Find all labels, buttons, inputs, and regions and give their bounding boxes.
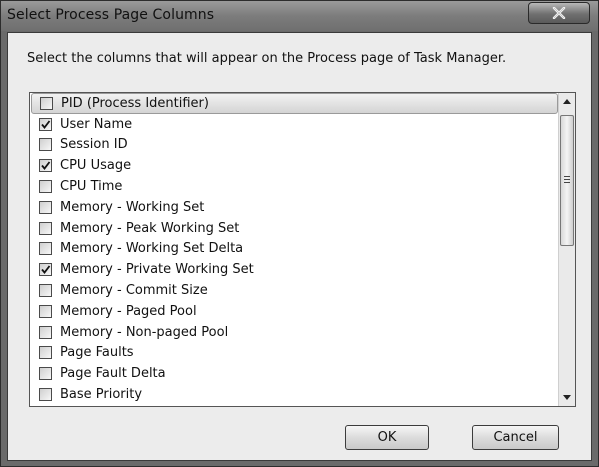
dialog-body: Select the columns that will appear on t… xyxy=(7,32,592,461)
checkbox-checked[interactable] xyxy=(39,159,52,173)
list-item-label: Base Priority xyxy=(60,387,143,403)
checkbox-unchecked[interactable] xyxy=(39,325,52,339)
list-item[interactable]: Memory - Commit Size xyxy=(31,280,558,301)
checkbox-unchecked[interactable] xyxy=(39,367,52,381)
list-item[interactable]: Memory - Working Set xyxy=(31,197,558,218)
ok-button[interactable]: OK xyxy=(345,425,429,450)
list-item[interactable]: CPU Usage xyxy=(31,155,558,176)
checkbox-unchecked[interactable] xyxy=(39,200,52,214)
checkbox-unchecked[interactable] xyxy=(39,138,52,152)
list-item[interactable]: PID (Process Identifier) xyxy=(31,93,558,114)
cancel-button[interactable]: Cancel xyxy=(472,425,559,450)
checkmark-icon xyxy=(41,161,51,171)
close-icon xyxy=(552,7,566,19)
list-item[interactable]: Session ID xyxy=(31,135,558,156)
chevron-down-icon xyxy=(563,395,571,400)
list-item[interactable]: Page Fault Delta xyxy=(31,363,558,384)
list-item-label: Page Fault Delta xyxy=(60,366,166,382)
list-item[interactable]: Memory - Non-paged Pool xyxy=(31,322,558,343)
list-item[interactable]: Page Faults xyxy=(31,343,558,364)
list-item-label: Memory - Working Set xyxy=(60,199,205,215)
list-item-label: Memory - Private Working Set xyxy=(60,262,254,278)
list-item[interactable]: User Name xyxy=(31,114,558,135)
vertical-scrollbar[interactable] xyxy=(558,93,575,406)
checkbox-checked[interactable] xyxy=(39,263,52,277)
dialog-window: Select Process Page Columns Select the c… xyxy=(0,0,599,467)
checkbox-unchecked[interactable] xyxy=(39,388,52,402)
checkbox-unchecked[interactable] xyxy=(39,284,52,298)
list-item-label: CPU Time xyxy=(60,179,123,195)
checkbox-unchecked[interactable] xyxy=(39,221,52,235)
list-item-label: Memory - Peak Working Set xyxy=(60,220,240,236)
list-item-label: Memory - Commit Size xyxy=(60,283,208,299)
list-item-label: User Name xyxy=(60,116,133,132)
checkbox-unchecked[interactable] xyxy=(39,346,52,360)
columns-list: PID (Process Identifier) User Name Session… xyxy=(31,93,558,405)
grip-icon xyxy=(564,176,570,185)
close-button[interactable] xyxy=(528,2,590,24)
list-item[interactable]: Memory - Working Set Delta xyxy=(31,239,558,260)
window-title: Select Process Page Columns xyxy=(7,7,215,23)
list-item-label: Memory - Non-paged Pool xyxy=(60,324,229,340)
list-item[interactable]: CPU Time xyxy=(31,176,558,197)
columns-listbox[interactable]: PID (Process Identifier) User Name Session… xyxy=(29,92,576,407)
instruction-text: Select the columns that will appear on t… xyxy=(27,51,507,66)
checkmark-icon xyxy=(41,120,51,129)
checkbox-unchecked[interactable] xyxy=(40,96,53,110)
list-item-label: Session ID xyxy=(60,137,128,153)
list-item[interactable]: Memory - Private Working Set xyxy=(31,259,558,280)
list-item-label: Memory - Working Set Delta xyxy=(60,241,244,257)
scroll-thumb[interactable] xyxy=(560,115,574,246)
scroll-up-button[interactable] xyxy=(559,93,575,110)
checkbox-checked[interactable] xyxy=(39,117,52,131)
checkmark-icon xyxy=(41,265,51,275)
title-bar[interactable]: Select Process Page Columns xyxy=(1,1,598,31)
list-item-label: Page Faults xyxy=(60,345,134,361)
list-item[interactable]: Base Priority xyxy=(31,384,558,405)
checkbox-unchecked[interactable] xyxy=(39,180,52,194)
scroll-down-button[interactable] xyxy=(559,389,575,406)
list-item-label: Memory - Paged Pool xyxy=(60,303,197,319)
list-item-label: CPU Usage xyxy=(60,158,132,174)
list-item[interactable]: Memory - Paged Pool xyxy=(31,301,558,322)
checkbox-unchecked[interactable] xyxy=(39,242,52,256)
checkbox-unchecked[interactable] xyxy=(39,304,52,318)
list-item-label: PID (Process Identifier) xyxy=(61,95,209,111)
chevron-up-icon xyxy=(563,99,571,104)
list-item[interactable]: Memory - Peak Working Set xyxy=(31,218,558,239)
